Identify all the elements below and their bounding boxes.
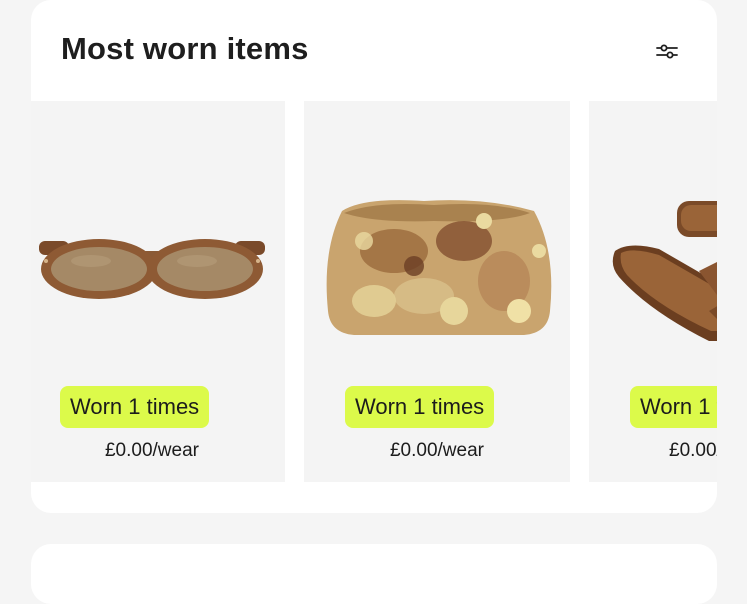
item-card[interactable]: Worn 1 times £0.00/wear [31, 101, 285, 482]
price-per-wear: £0.00/wear [669, 440, 717, 461]
sequin-clutch-image [326, 200, 552, 335]
worn-count-badge: Worn 1 times [345, 386, 495, 428]
item-card[interactable]: Worn 1 times £0.00/wear [589, 101, 717, 482]
most-worn-card: Most worn items Worn 1 times £0.00/wear … [31, 0, 717, 513]
item-card[interactable]: Worn 1 times £0.00/wear [304, 101, 570, 482]
worn-count-badge: Worn 1 times [60, 386, 210, 428]
filter-button[interactable] [649, 36, 685, 66]
next-section-card [31, 544, 717, 604]
sliders-icon [656, 44, 678, 59]
price-per-wear: £0.00/wear [389, 440, 484, 461]
price-per-wear: £0.00/wear [104, 440, 199, 461]
worn-count-badge: Worn 1 times [630, 386, 717, 428]
section-title: Most worn items [61, 31, 309, 66]
items-carousel[interactable]: Worn 1 times £0.00/wear Worn 1 times £0.… [31, 101, 717, 482]
sunglasses-image [39, 239, 265, 299]
leather-sandal-image [612, 201, 717, 341]
